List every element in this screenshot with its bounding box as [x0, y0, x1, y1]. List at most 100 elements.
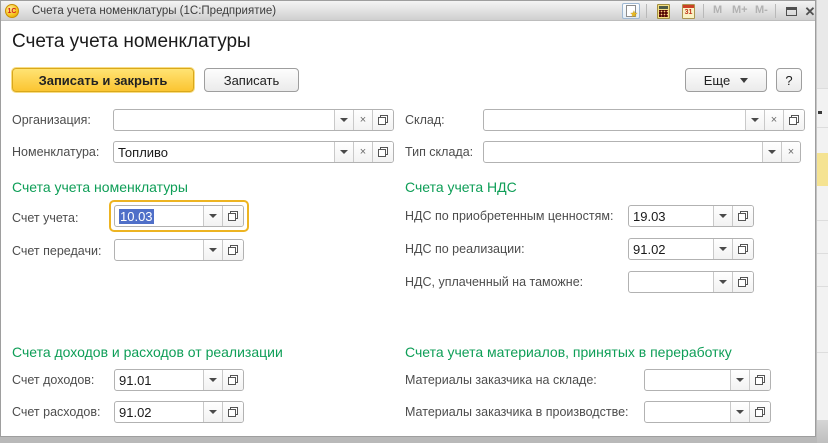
more-button[interactable]: Еще — [685, 68, 767, 92]
save-button[interactable]: Записать — [204, 68, 299, 92]
1c-logo-icon: 1С — [5, 4, 19, 18]
transfer-account-label: Счет передачи: — [12, 244, 102, 258]
nomenclature-field[interactable]: Топливо × — [113, 141, 394, 163]
dropdown-icon — [719, 214, 727, 218]
calculator-button[interactable] — [657, 4, 670, 19]
dropdown-button[interactable] — [745, 110, 764, 130]
warehouse-value[interactable] — [484, 110, 745, 130]
title-bar[interactable]: 1С Счета учета номенклатуры (1С:Предприя… — [1, 1, 815, 21]
open-button[interactable] — [732, 272, 753, 292]
dropdown-button[interactable] — [713, 239, 732, 259]
materials-in-production-field[interactable] — [644, 401, 771, 423]
clear-button[interactable]: × — [353, 142, 372, 162]
screen: 1С Счета учета номенклатуры (1С:Предприя… — [0, 0, 828, 443]
memory-recall-button[interactable]: M — [713, 4, 722, 16]
transfer-account-value[interactable] — [115, 240, 203, 260]
memory-minus-button[interactable]: M- — [755, 4, 768, 16]
open-icon — [755, 407, 765, 417]
window-title: Счета учета номенклатуры (1С:Предприятие… — [32, 5, 277, 17]
vat-customs-field[interactable] — [628, 271, 754, 293]
expense-account-value[interactable]: 91.02 — [115, 402, 203, 422]
vat-purchased-field[interactable]: 19.03 — [628, 205, 754, 227]
selected-text: 10.03 — [119, 209, 154, 224]
background-selected-row — [817, 153, 828, 186]
open-button[interactable] — [783, 110, 804, 130]
dropdown-icon — [751, 118, 759, 122]
dropdown-button[interactable] — [713, 272, 732, 292]
maximize-button[interactable] — [781, 3, 801, 19]
open-button[interactable] — [222, 402, 243, 422]
save-and-close-button[interactable]: Записать и закрыть — [12, 68, 194, 92]
dropdown-button[interactable] — [334, 110, 353, 130]
warehouse-type-field[interactable]: × — [483, 141, 801, 163]
open-button[interactable] — [372, 110, 393, 130]
clear-button[interactable]: × — [764, 110, 783, 130]
dropdown-icon — [340, 118, 348, 122]
organization-field[interactable]: × — [113, 109, 394, 131]
open-button[interactable] — [372, 142, 393, 162]
vat-sales-field[interactable]: 91.02 — [628, 238, 754, 260]
favorites-button[interactable] — [622, 3, 640, 20]
dialog-window: 1С Счета учета номенклатуры (1С:Предприя… — [0, 0, 816, 437]
organization-value[interactable] — [114, 110, 334, 130]
clear-button[interactable]: × — [353, 110, 372, 130]
close-icon: ✕ — [804, 3, 816, 19]
calculator-keys-icon — [659, 10, 668, 17]
clear-icon: × — [359, 145, 367, 158]
open-button[interactable] — [222, 206, 243, 226]
dropdown-button[interactable] — [203, 240, 222, 260]
open-button[interactable] — [749, 402, 770, 422]
dropdown-button[interactable] — [203, 206, 222, 226]
account-value[interactable]: 10.03 — [115, 206, 203, 226]
calendar-button[interactable]: 31 — [682, 4, 695, 19]
income-account-value[interactable]: 91.01 — [115, 370, 203, 390]
section-income-expense-title: Счета доходов и расходов от реализации — [12, 344, 283, 360]
vat-purchased-value[interactable]: 19.03 — [629, 206, 713, 226]
open-button[interactable] — [732, 206, 753, 226]
nomenclature-value[interactable]: Топливо — [114, 142, 334, 162]
open-icon — [789, 115, 799, 125]
open-button[interactable] — [749, 370, 770, 390]
account-field[interactable]: 10.03 — [114, 205, 244, 227]
background-line — [817, 220, 828, 221]
open-icon — [738, 244, 748, 254]
clear-button[interactable]: × — [781, 142, 800, 162]
organization-label: Организация: — [12, 113, 91, 127]
open-icon — [228, 211, 238, 221]
section-inventory-title: Счета учета номенклатуры — [12, 179, 188, 195]
help-button[interactable]: ? — [776, 68, 802, 92]
memory-plus-button[interactable]: M+ — [732, 4, 748, 16]
clear-icon: × — [787, 145, 795, 158]
vat-customs-value[interactable] — [629, 272, 713, 292]
background-shade — [817, 0, 828, 88]
dropdown-button[interactable] — [334, 142, 353, 162]
dropdown-icon — [736, 410, 744, 414]
section-vat-title: Счета учета НДС — [405, 179, 517, 195]
dropdown-button[interactable] — [730, 370, 749, 390]
open-button[interactable] — [732, 239, 753, 259]
background-line — [817, 286, 828, 287]
dropdown-button[interactable] — [762, 142, 781, 162]
transfer-account-field[interactable] — [114, 239, 244, 261]
warehouse-type-label: Тип склада: — [405, 145, 474, 159]
materials-on-warehouse-field[interactable] — [644, 369, 771, 391]
vat-sales-value[interactable]: 91.02 — [629, 239, 713, 259]
expense-account-label: Счет расходов: — [12, 405, 101, 419]
page-title: Счета учета номенклатуры — [12, 31, 251, 52]
dropdown-button[interactable] — [713, 206, 732, 226]
dropdown-button[interactable] — [203, 402, 222, 422]
dropdown-button[interactable] — [203, 370, 222, 390]
open-icon — [738, 277, 748, 287]
expense-account-field[interactable]: 91.02 — [114, 401, 244, 423]
dropdown-button[interactable] — [730, 402, 749, 422]
materials-on-warehouse-value[interactable] — [645, 370, 730, 390]
chevron-down-icon — [740, 77, 749, 83]
open-button[interactable] — [222, 240, 243, 260]
income-account-field[interactable]: 91.01 — [114, 369, 244, 391]
account-label: Счет учета: — [12, 211, 79, 225]
materials-in-production-value[interactable] — [645, 402, 730, 422]
warehouse-field[interactable]: × — [483, 109, 805, 131]
open-icon — [738, 211, 748, 221]
open-button[interactable] — [222, 370, 243, 390]
warehouse-type-value[interactable] — [484, 142, 762, 162]
